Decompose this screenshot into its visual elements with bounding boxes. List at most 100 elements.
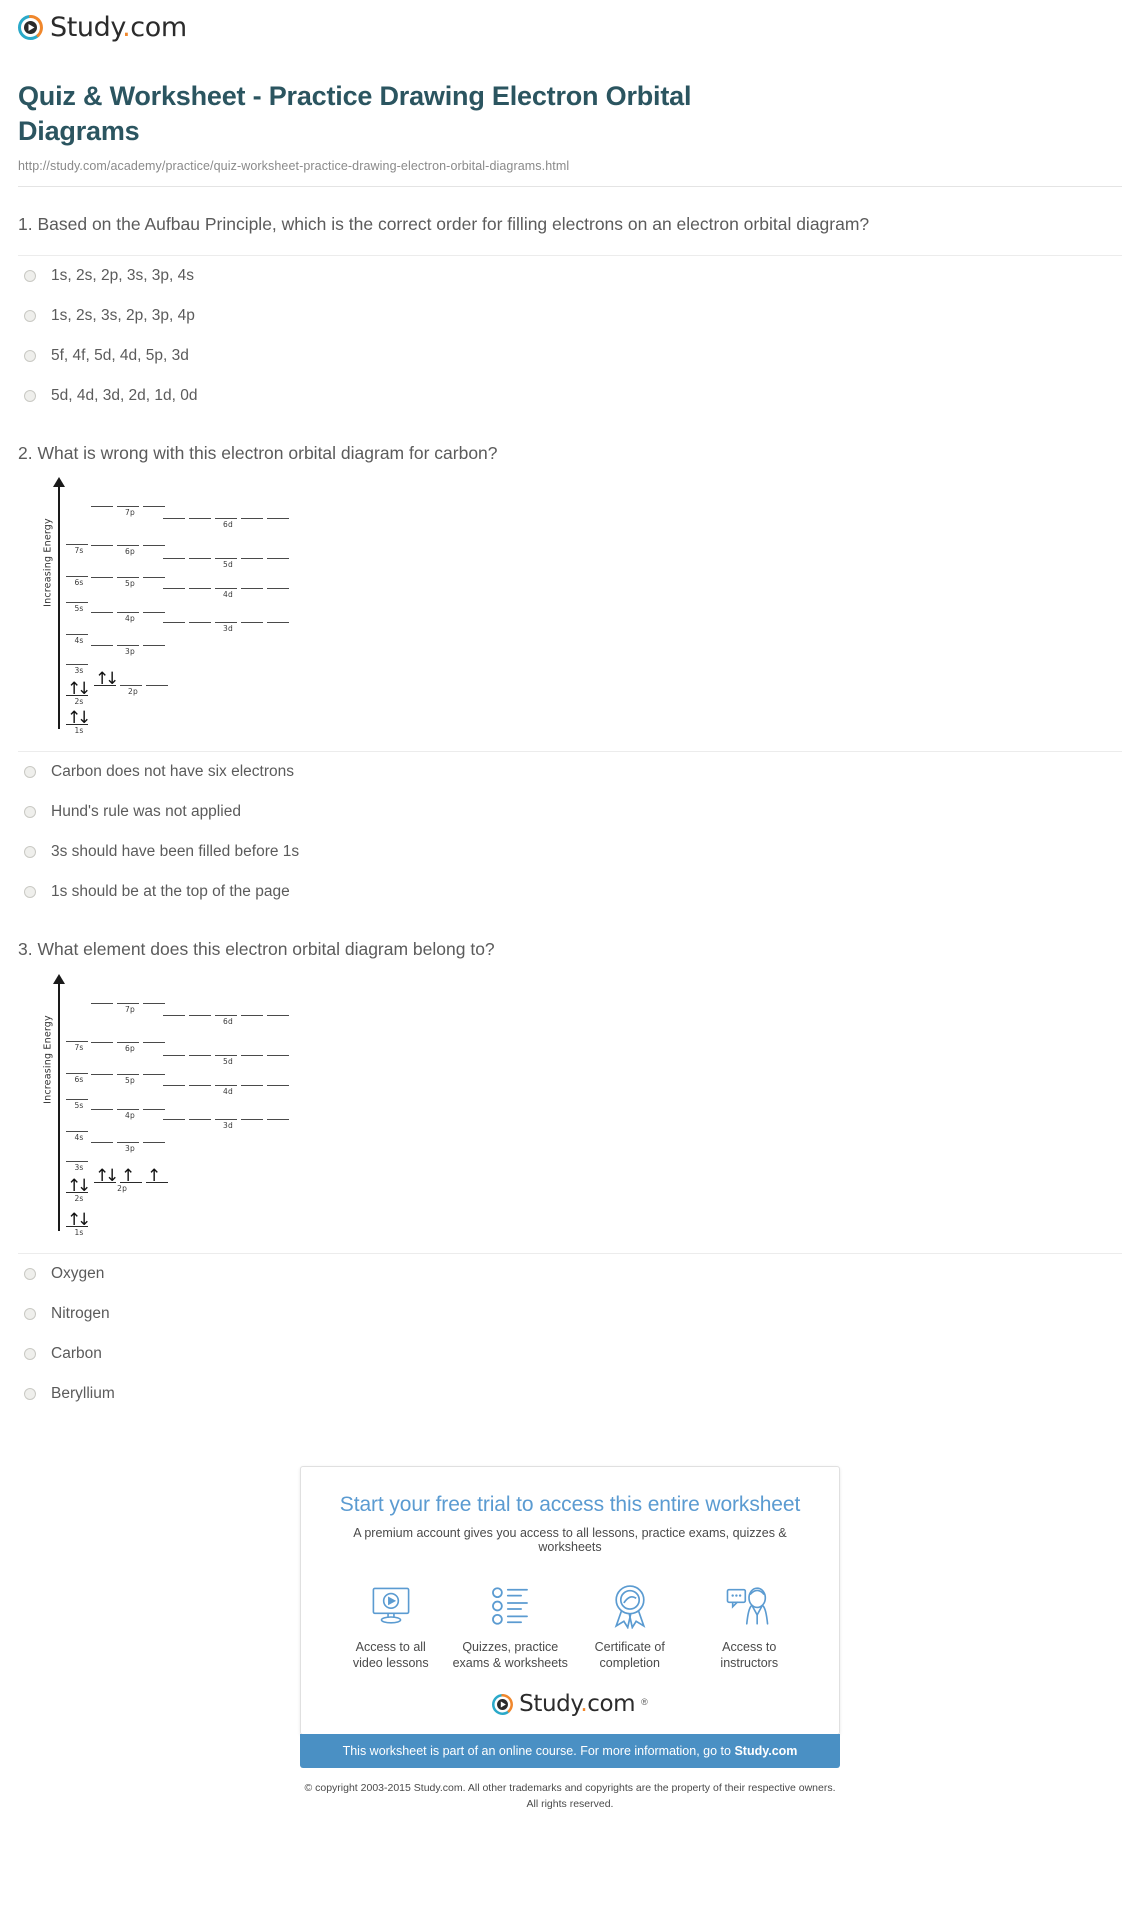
orbital-3d: 3d <box>163 1106 293 1130</box>
option-row[interactable]: 1s should be at the top of the page <box>18 872 1122 912</box>
orbital-slot <box>117 990 139 1004</box>
orbital-label: 7p <box>125 1004 135 1014</box>
orbital-2p: ↑ ↓ ↑ ↑ 2p <box>94 1165 172 1193</box>
orbital-slot <box>120 672 142 687</box>
orbital-slot <box>117 564 139 579</box>
orbital-slot <box>163 1106 185 1120</box>
orbital-slot <box>91 1129 113 1143</box>
radio-button-icon[interactable] <box>24 1387 36 1400</box>
orbital-5s: 5s <box>66 589 92 613</box>
option-row[interactable]: 3s should have been filled before 1s <box>18 832 1122 872</box>
perk-video-lessons: Access to all video lessons <box>331 1580 451 1672</box>
orbital-3s: 3s <box>66 651 92 675</box>
orbital-slot <box>189 1002 211 1016</box>
option-label: Carbon <box>51 1344 102 1362</box>
orbital-7s: 7s <box>66 531 92 555</box>
orbital-slot-filled: ↑ ↓ <box>66 681 91 698</box>
orbital-7p: 7p <box>91 990 169 1014</box>
option-row[interactable]: Beryllium <box>18 1374 1122 1414</box>
radio-button-icon[interactable] <box>24 1267 36 1280</box>
orbital-slot <box>215 575 237 590</box>
promo-study-com-logo[interactable]: Study.com ® <box>321 1693 819 1716</box>
promo-banner-link[interactable]: Study.com <box>734 1744 797 1758</box>
trademark-symbol: ® <box>641 1697 648 1708</box>
option-row[interactable]: Carbon does not have six electrons <box>18 752 1122 792</box>
option-label: 1s should be at the top of the page <box>51 883 290 901</box>
option-label: Oxygen <box>51 1264 105 1282</box>
energy-axis-line <box>58 485 60 730</box>
orbital-label: 4p <box>125 614 135 624</box>
orbital-slot <box>163 545 185 560</box>
option-row[interactable]: Oxygen <box>18 1254 1122 1294</box>
option-row[interactable]: 5d, 4d, 3d, 2d, 1d, 0d <box>18 376 1122 416</box>
orbital-slot <box>241 545 263 560</box>
orbital-6d: 6d <box>163 1002 293 1026</box>
orbital-slot <box>163 1002 185 1016</box>
orbital-slot <box>91 990 113 1004</box>
radio-button-icon[interactable] <box>24 309 36 322</box>
orbital-slot <box>241 1106 263 1120</box>
question-2-block: 2. What is wrong with this electron orbi… <box>0 442 1140 913</box>
orbital-slot <box>215 505 237 520</box>
option-label: 5f, 4f, 5d, 4d, 5p, 3d <box>51 346 189 364</box>
orbital-slot <box>66 563 88 578</box>
option-row[interactable]: Nitrogen <box>18 1294 1122 1334</box>
perk-quizzes: Quizzes, practice exams & worksheets <box>451 1580 571 1672</box>
energy-axis-line <box>58 981 60 1231</box>
perk-instructors: Access to instructors <box>690 1580 810 1672</box>
orbital-5d: 5d <box>163 545 293 569</box>
electron-down-arrow-icon: ↓ <box>77 708 92 729</box>
orbital-slot <box>117 1029 139 1043</box>
radio-button-icon[interactable] <box>24 349 36 362</box>
orbital-slot <box>66 1060 88 1074</box>
electron-up-arrow-icon: ↑ <box>121 1165 136 1186</box>
play-circle-icon <box>18 15 43 40</box>
promo-banner[interactable]: This worksheet is part of an online cour… <box>300 1734 840 1769</box>
orbital-4p: 4p <box>91 599 169 623</box>
orbital-slot-filled: ↑ <box>120 1165 142 1186</box>
radio-button-icon[interactable] <box>24 766 36 779</box>
perk-label: Access to instructors <box>720 1639 779 1671</box>
perk-label: Access to all video lessons <box>352 1639 429 1671</box>
study-com-logo[interactable]: Study.com <box>18 14 187 41</box>
option-row[interactable]: 1s, 2s, 2p, 3s, 3p, 4s <box>18 256 1122 296</box>
orbital-slot <box>241 1002 263 1016</box>
orbital-slot <box>215 609 237 624</box>
worksheet-page: Study.com Quiz & Worksheet - Practice Dr… <box>0 0 1140 1919</box>
orbital-3s: 3s <box>66 1148 92 1172</box>
orbital-slot <box>163 575 185 590</box>
option-label: 3s should have been filled before 1s <box>51 843 300 861</box>
orbital-2s: ↑ ↓ 2s <box>66 1177 92 1203</box>
radio-button-icon[interactable] <box>24 886 36 899</box>
copyright-footer: © copyright 2003-2015 Study.com. All oth… <box>250 1781 890 1811</box>
option-row[interactable]: 1s, 2s, 3s, 2p, 3p, 4p <box>18 296 1122 336</box>
radio-button-icon[interactable] <box>24 806 36 819</box>
orbital-slot <box>117 1129 139 1143</box>
question-3-block: 3. What element does this electron orbit… <box>0 938 1140 1414</box>
orbital-slot <box>189 609 211 624</box>
orbital-slot <box>215 1002 237 1016</box>
orbital-slot <box>267 505 289 520</box>
radio-button-icon[interactable] <box>24 389 36 402</box>
radio-button-icon[interactable] <box>24 1347 36 1360</box>
option-row[interactable]: 5f, 4f, 5d, 4d, 5p, 3d <box>18 336 1122 376</box>
radio-button-icon[interactable] <box>24 269 36 282</box>
orbital-slot-filled: ↑ <box>146 1167 168 1184</box>
option-row[interactable]: Hund's rule was not applied <box>18 792 1122 832</box>
orbital-slot <box>91 1029 113 1043</box>
energy-axis-label: Increasing Energy <box>42 1015 54 1104</box>
orbital-4d: 4d <box>163 1072 293 1096</box>
orbital-label: 2p <box>128 687 138 697</box>
orbital-label: 3d <box>223 624 233 634</box>
orbital-label: 6p <box>125 547 135 557</box>
orbital-label: 2s <box>74 697 84 707</box>
option-row[interactable]: Carbon <box>18 1334 1122 1374</box>
radio-button-icon[interactable] <box>24 1307 36 1320</box>
orbital-slot <box>143 493 165 508</box>
play-circle-icon <box>492 1694 514 1716</box>
orbital-1s: ↑ ↓ 1s <box>66 1211 92 1237</box>
orbital-slot <box>143 564 165 579</box>
option-label: Carbon does not have six electrons <box>51 763 294 781</box>
orbital-slot <box>189 505 211 520</box>
radio-button-icon[interactable] <box>24 846 36 859</box>
